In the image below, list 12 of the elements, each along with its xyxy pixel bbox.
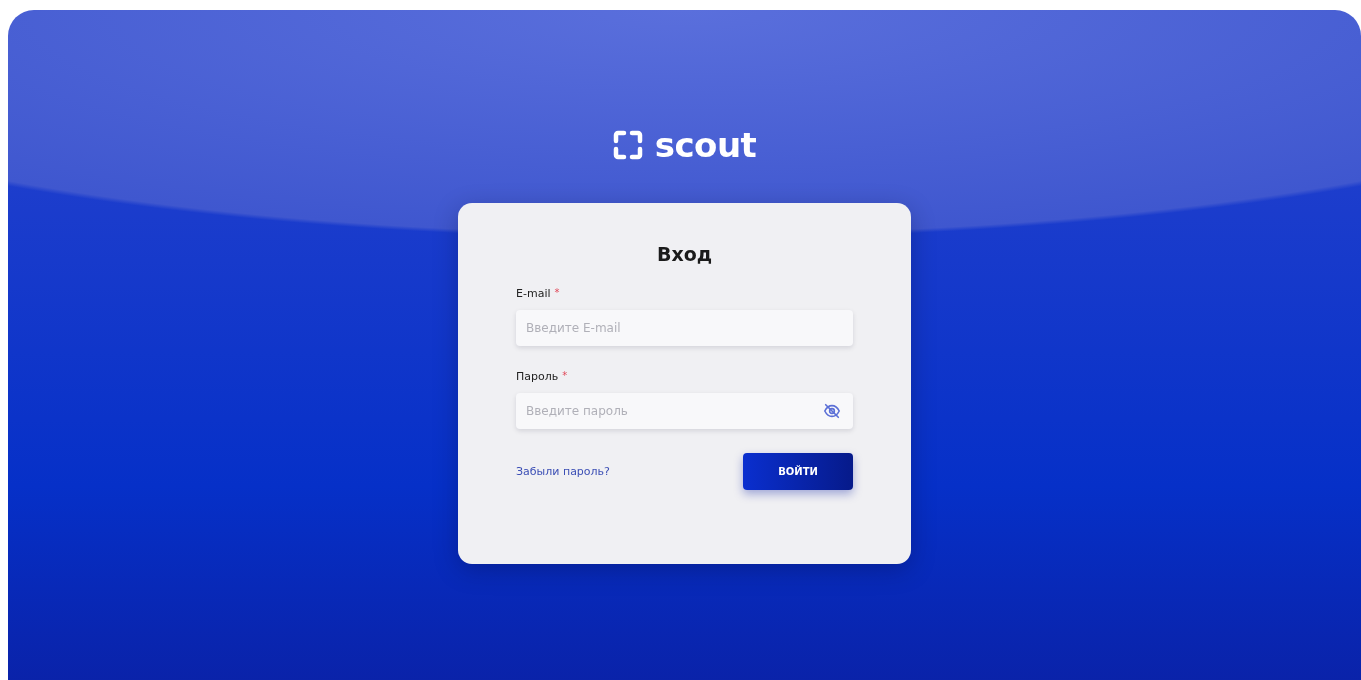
required-mark: * (554, 287, 560, 300)
login-button[interactable]: ВОЙТИ (743, 453, 853, 490)
bracket-frame-icon (612, 130, 643, 160)
logo-text: scout (654, 125, 757, 165)
forgot-password-link[interactable]: Забыли пароль? (516, 465, 610, 478)
email-field[interactable]: Введите E-mail (516, 310, 853, 346)
required-mark: * (562, 370, 568, 383)
password-field[interactable]: Введите пароль (516, 393, 853, 429)
eye-slash-icon[interactable] (823, 402, 841, 420)
card-title: Вход (655, 243, 714, 265)
field-label: E-mail (516, 287, 551, 300)
field-label: Пароль (516, 370, 559, 383)
